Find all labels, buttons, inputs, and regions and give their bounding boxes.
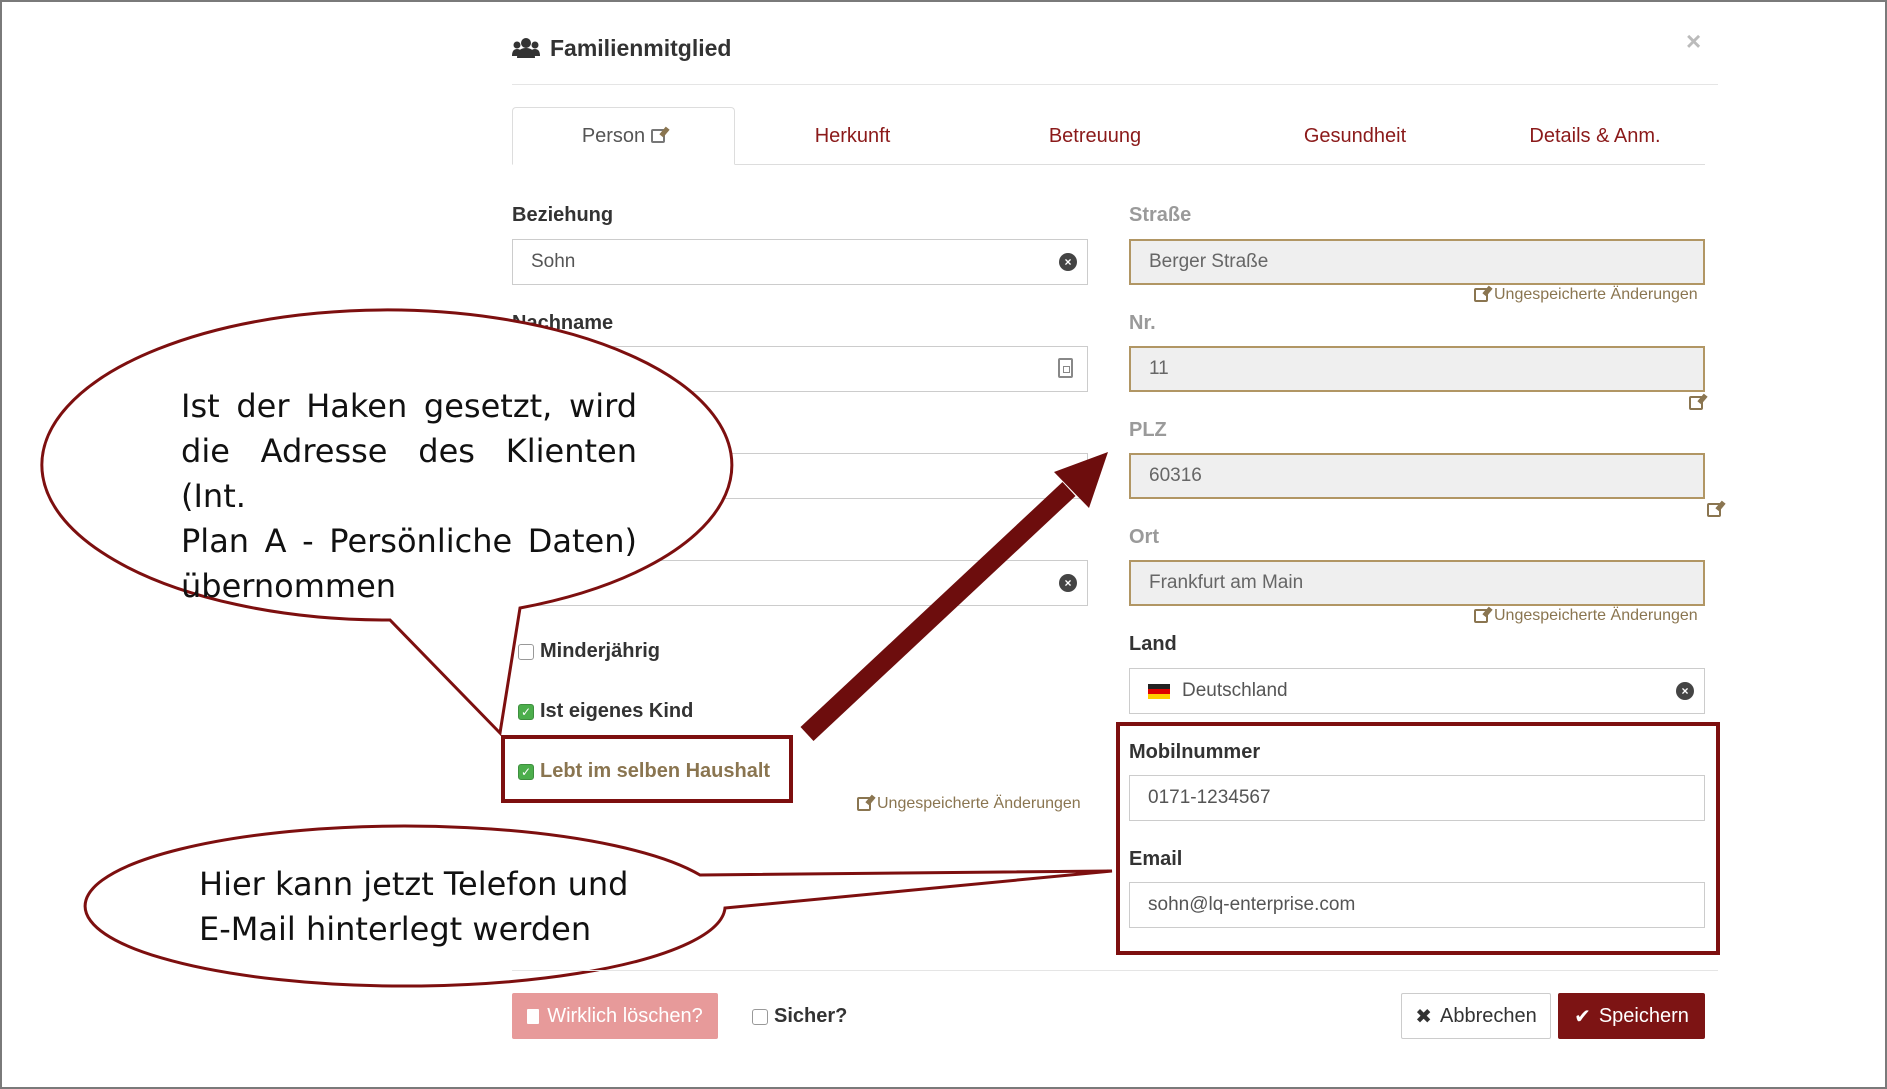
check-icon: ✔ (1574, 1005, 1591, 1028)
trash-icon (527, 1008, 540, 1024)
save-button[interactable]: ✔ Speichern (1558, 993, 1705, 1039)
bubble-1-line: Ist der Haken gesetzt, wird (181, 387, 637, 425)
bubble-2-line: Hier kann jetzt Telefon und (199, 865, 629, 903)
confirm-checkbox-row[interactable]: Sicher? (752, 1005, 847, 1028)
bubble-1-line: Plan A - Persönliche Daten) (181, 522, 637, 560)
bubble-1-line: übernommen (181, 567, 397, 605)
delete-label: Wirklich löschen? (547, 1004, 703, 1027)
confirm-checkbox[interactable] (752, 1008, 768, 1025)
delete-button[interactable]: Wirklich löschen? (512, 993, 718, 1039)
confirm-label: Sicher? (774, 1005, 848, 1027)
save-label: Speichern (1598, 1004, 1689, 1027)
bubble-1-line: die Adresse des Klienten (Int. (181, 432, 637, 515)
bubble-2-line: E-Mail hinterlegt werden (199, 910, 592, 948)
cancel-label: Abbrechen (1440, 1004, 1537, 1027)
arrow-annotation (800, 452, 1108, 741)
bubble-1-text: Ist der Haken gesetzt, wird die Adresse … (181, 384, 637, 609)
footer-divider (512, 970, 1718, 971)
cancel-button[interactable]: ✖ Abbrechen (1401, 993, 1551, 1039)
bubble-2-text: Hier kann jetzt Telefon und E-Mail hinte… (199, 862, 639, 952)
times-icon: ✖ (1415, 1005, 1432, 1028)
